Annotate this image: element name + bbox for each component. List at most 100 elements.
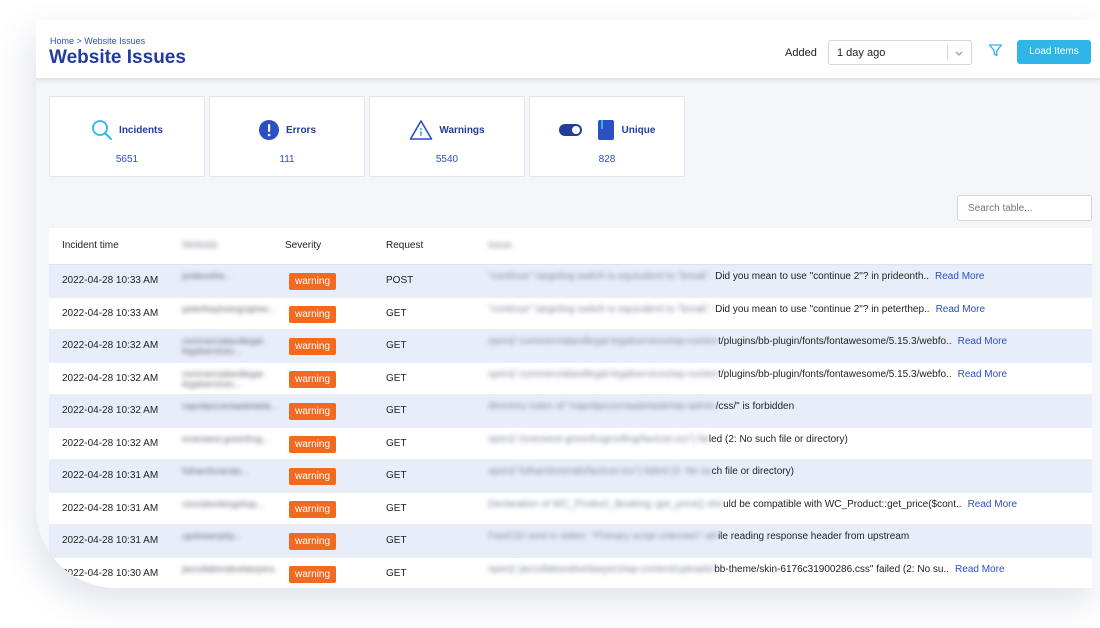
website-url[interactable]: commercialandlegal-legalservices... [182, 369, 278, 389]
read-more-link[interactable]: Read More [935, 271, 984, 282]
date-filter-value: 1 day ago [837, 47, 886, 59]
severity-badge: warning [289, 370, 337, 388]
issue-text-visible: t/plugins/bb-plugin/fonts/fontawesome/5.… [718, 368, 952, 380]
request-method: GET [386, 340, 407, 351]
issue-text-visible: ile reading response header from upstrea… [717, 531, 910, 542]
table-header: Incident time Website Severity Request I… [49, 228, 1092, 265]
chevron-down-icon[interactable] [952, 46, 966, 60]
website-url[interactable]: jaccollaborativelawyers... [182, 564, 278, 584]
load-items-button[interactable]: Load Items [1017, 40, 1091, 64]
page-body: Incidents 5651 Errors 111 Warnings 5540 … [36, 80, 1100, 588]
issue-text-prefix: open(/ fulhamfunerals/favicon.ico") fail… [488, 466, 712, 477]
severity-badge: warning [289, 500, 337, 518]
severity-badge: warning [289, 468, 337, 485]
severity-badge: warning [289, 273, 337, 290]
request-method: GET [386, 405, 407, 416]
incident-time: 2022-04-28 10:33 AM [62, 307, 159, 319]
warning-triangle-icon [410, 120, 433, 140]
issue-text: "continue" targeting switch is equivalen… [488, 271, 1088, 295]
incident-time: 2022-04-28 10:33 AM [62, 275, 159, 286]
table-row[interactable]: 2022-04-28 10:33 AM prideonthe... warning P… [49, 265, 1092, 298]
table-row[interactable]: 2022-04-28 10:32 AM commercialandlegal-le… [49, 362, 1092, 395]
breadcrumb[interactable]: Home > Website Issues [50, 36, 145, 46]
website-url[interactable]: upstreamphp... [182, 531, 278, 551]
incident-time: 2022-04-28 10:32 AM [62, 340, 159, 351]
website-url[interactable]: commercialandlegal-legalservices... [182, 336, 278, 356]
incidents-table: Incident time Website Severity Request I… [49, 228, 1092, 588]
book-icon [597, 120, 614, 140]
stat-value: 828 [598, 154, 616, 165]
severity-badge: warning [289, 403, 337, 420]
table-body: 2022-04-28 10:33 AM prideonthe... warning P… [49, 265, 1092, 588]
issue-text-prefix: Declaration of WC_Product_Booking::get_p… [488, 498, 724, 510]
website-url[interactable]: napolipizzeriaadelaide... [182, 401, 278, 421]
table-row[interactable]: 2022-04-28 10:31 AM cocosbookingshop... wa… [49, 492, 1092, 525]
table-row[interactable]: 2022-04-28 10:31 AM upstreamphp... warning… [49, 525, 1092, 558]
request-method: GET [386, 437, 407, 449]
severity-badge: warning [289, 338, 337, 355]
column-header[interactable]: Severity [285, 240, 321, 251]
page-header: Home > Website Issues Website Issues Add… [36, 20, 1100, 80]
issue-text: directory index of "napolipizzeriaadelai… [488, 401, 1088, 425]
unique-toggle[interactable] [558, 124, 582, 136]
read-more-link[interactable]: Read More [968, 499, 1017, 510]
incident-time: 2022-04-28 10:30 AM [62, 567, 159, 579]
stat-value: 5651 [115, 154, 139, 165]
added-label: Added [785, 47, 817, 59]
issue-text-prefix: directory index of "napolipizzeriaadelai… [488, 401, 716, 412]
column-header[interactable]: Issue [488, 240, 512, 251]
incident-time: 2022-04-28 10:31 AM [62, 535, 159, 546]
page-title: Website Issues [49, 47, 186, 68]
incident-time: 2022-04-28 10:31 AM [62, 470, 159, 481]
issue-text-prefix: open(/ commercialandlegal-legalservices/… [488, 368, 719, 380]
website-url[interactable]: prideonthe... [182, 271, 278, 291]
table-row[interactable]: 2022-04-28 10:32 AM napolipizzeriaadelaid… [49, 395, 1092, 428]
request-method: GET [386, 372, 407, 384]
issue-text-prefix: "continue" targeting switch is equivalen… [488, 271, 713, 282]
column-header[interactable]: Incident time [62, 240, 119, 251]
website-url[interactable]: cocosbookingshop... [182, 499, 278, 519]
table-row[interactable]: 2022-04-28 10:30 AM jaccollaborativelawye… [49, 557, 1092, 588]
issue-text-prefix: FastCGI sent in stderr: "Primary script … [488, 531, 718, 542]
issue-text: open(/ fulhamfunerals/favicon.ico") fail… [488, 466, 1088, 490]
column-header[interactable]: Request [386, 240, 423, 251]
stat-card-warnings: Warnings 5540 [369, 96, 525, 177]
read-more-link[interactable]: Read More [936, 304, 985, 315]
issue-text-prefix: open(/ innerwest-greenfrogroofing/favico… [488, 433, 709, 445]
read-more-link[interactable]: Read More [958, 336, 1007, 347]
search-icon [92, 120, 113, 140]
website-url[interactable]: fulhamfunerals... [182, 466, 278, 486]
issue-text-visible: /css/" is forbidden [715, 401, 795, 412]
request-method: GET [386, 307, 407, 319]
stat-label: Incidents [119, 124, 163, 136]
search-table-input[interactable] [957, 195, 1092, 221]
table-row[interactable]: 2022-04-28 10:31 AM fulhamfunerals... warn… [49, 460, 1092, 493]
table-row[interactable]: 2022-04-28 10:32 AM innerwest-greenfrog..… [49, 427, 1092, 460]
issue-text-visible: Did you mean to use "continue 2"? in pri… [712, 271, 930, 282]
read-more-link[interactable]: Read More [955, 564, 1004, 575]
filter-icon[interactable] [988, 43, 1003, 58]
table-row[interactable]: 2022-04-28 10:33 AM peterthephotographer.… [49, 297, 1092, 330]
stat-card-errors: Errors 111 [209, 96, 365, 177]
issue-text-prefix: open(/ jaccollaborativelawyers/wp-conten… [488, 563, 715, 575]
request-method: GET [386, 470, 407, 481]
stat-card-incidents: Incidents 5651 [49, 96, 205, 177]
select-divider [947, 45, 948, 60]
issue-text-visible: ch file or directory) [711, 466, 794, 477]
website-url[interactable]: peterthephotographer... [182, 304, 278, 324]
incident-time: 2022-04-28 10:32 AM [62, 437, 159, 449]
request-method: POST [386, 275, 414, 286]
date-filter-select[interactable]: 1 day ago [828, 40, 972, 65]
issue-text-visible: t/plugins/bb-plugin/fonts/fontawesome/5.… [718, 336, 952, 347]
severity-badge: warning [289, 533, 337, 550]
table-row[interactable]: 2022-04-28 10:32 AM commercialandlegal-le… [49, 330, 1092, 363]
website-url[interactable]: innerwest-greenfrog... [182, 434, 278, 454]
incident-time: 2022-04-28 10:32 AM [62, 372, 159, 384]
issue-text: open(/ commercialandlegal-legalservices/… [488, 336, 1088, 360]
issue-text-visible: led (2: No such file or directory) [708, 433, 848, 445]
read-more-link[interactable]: Read More [958, 369, 1007, 380]
app-window: Home > Website Issues Website Issues Add… [36, 20, 1100, 588]
issue-text: "continue" targeting switch is equivalen… [488, 304, 1088, 328]
column-header[interactable]: Website [182, 240, 218, 251]
toggle-knob [571, 126, 580, 134]
